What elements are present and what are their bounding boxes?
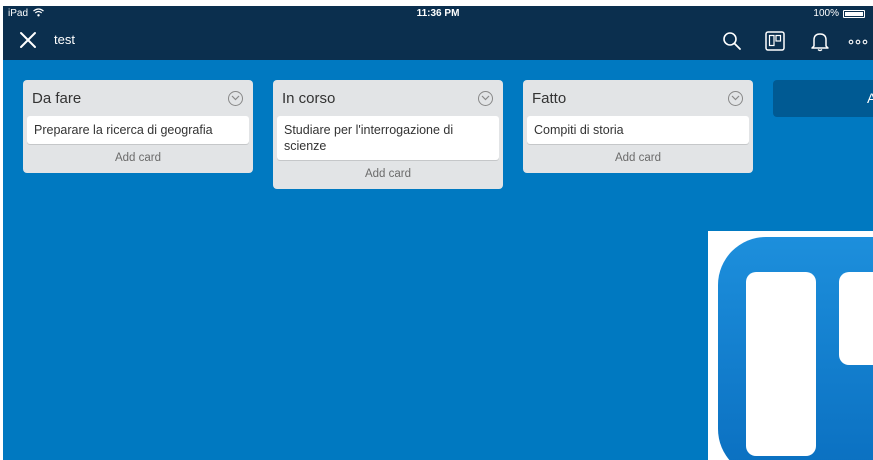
status-time: 11:36 PM [416,8,460,19]
list-title: Fatto [532,90,567,107]
chevron-down-icon[interactable] [728,91,743,106]
battery-percent: 100% [813,8,839,19]
list-da-fare: Da fare Preparare la ricerca di geografi… [23,80,253,173]
chevron-down-icon[interactable] [228,91,243,106]
card[interactable]: Studiare per l'interrogazione di scienze [277,116,499,160]
list-in-corso: In corso Studiare per l'interrogazione d… [273,80,503,189]
board-title: test [54,32,75,47]
add-card-button[interactable]: Add card [523,144,753,173]
list-fatto: Fatto Compiti di storia Add card [523,80,753,173]
card[interactable]: Compiti di storia [527,116,749,144]
list-title: In corso [282,90,336,107]
battery-icon [843,9,865,18]
add-card-button[interactable]: Add card [23,144,253,173]
trello-logo [708,231,873,460]
board-view-icon[interactable] [764,30,786,52]
status-bar: iPad 11:36 PM 100% [3,6,873,21]
card[interactable]: Preparare la ricerca di geografia [27,116,249,144]
board-header: test [3,21,873,60]
more-icon[interactable] [848,30,870,52]
list-title: Da fare [32,90,82,107]
add-list-button[interactable]: A [773,80,873,117]
trello-logo-icon [718,237,873,460]
close-icon[interactable] [18,30,38,50]
add-card-button[interactable]: Add card [273,160,503,189]
chevron-down-icon[interactable] [478,91,493,106]
bell-icon[interactable] [809,30,831,52]
search-icon[interactable] [721,30,743,52]
